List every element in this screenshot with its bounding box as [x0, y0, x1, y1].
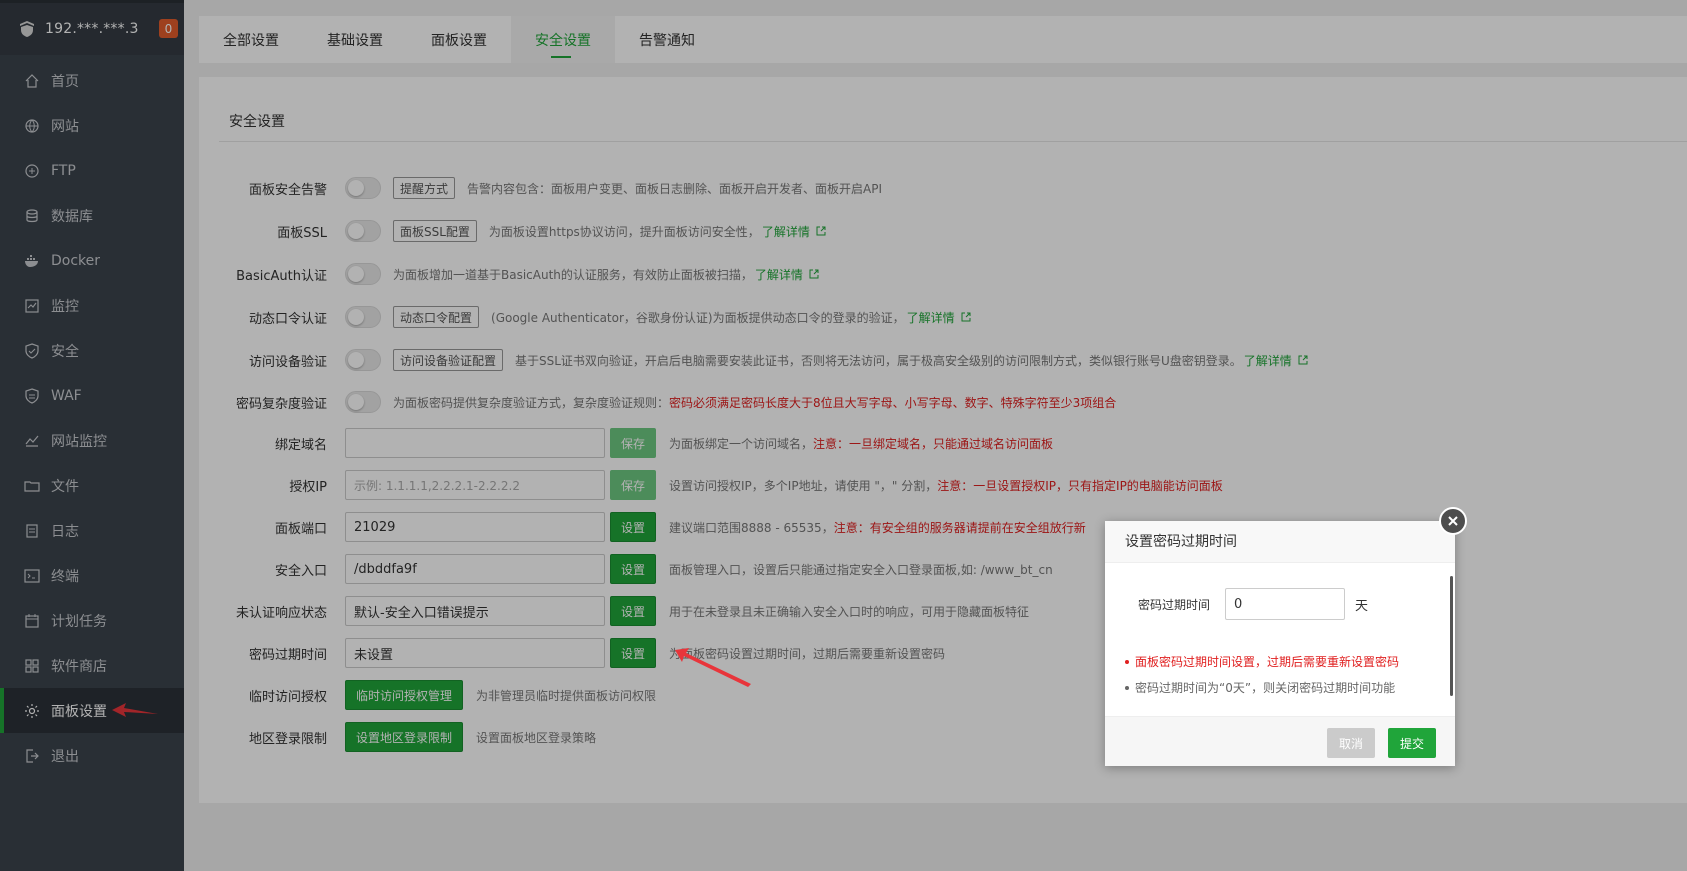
expire-days-input[interactable]: 0: [1225, 588, 1345, 620]
dialog-scrollbar[interactable]: [1450, 576, 1453, 696]
tip-warning: 面板密码过期时间设置，过期后需要重新设置密码: [1125, 649, 1399, 675]
expire-field-label: 密码过期时间: [1137, 597, 1210, 612]
expire-field-row: 密码过期时间 0 天: [1105, 588, 1368, 620]
close-icon[interactable]: [1439, 507, 1467, 535]
expire-unit: 天: [1355, 598, 1369, 614]
dialog-footer: 取消 提交: [1105, 716, 1455, 766]
dialog-body: 密码过期时间 0 天 面板密码过期时间设置，过期后需要重新设置密码 密码过期时间…: [1105, 564, 1455, 716]
dialog-title: 设置密码过期时间: [1105, 521, 1455, 563]
cancel-button[interactable]: 取消: [1327, 728, 1375, 758]
annotation-arrow-icon: [675, 648, 751, 687]
dialog-tips: 面板密码过期时间设置，过期后需要重新设置密码 密码过期时间为“0天”，则关闭密码…: [1125, 649, 1399, 701]
submit-button[interactable]: 提交: [1388, 728, 1436, 758]
password-expire-dialog: 设置密码过期时间 密码过期时间 0 天 面板密码过期时间设置，过期后需要重新设置…: [1105, 507, 1467, 766]
tip-info: 密码过期时间为“0天”，则关闭密码过期时间功能: [1125, 675, 1399, 701]
